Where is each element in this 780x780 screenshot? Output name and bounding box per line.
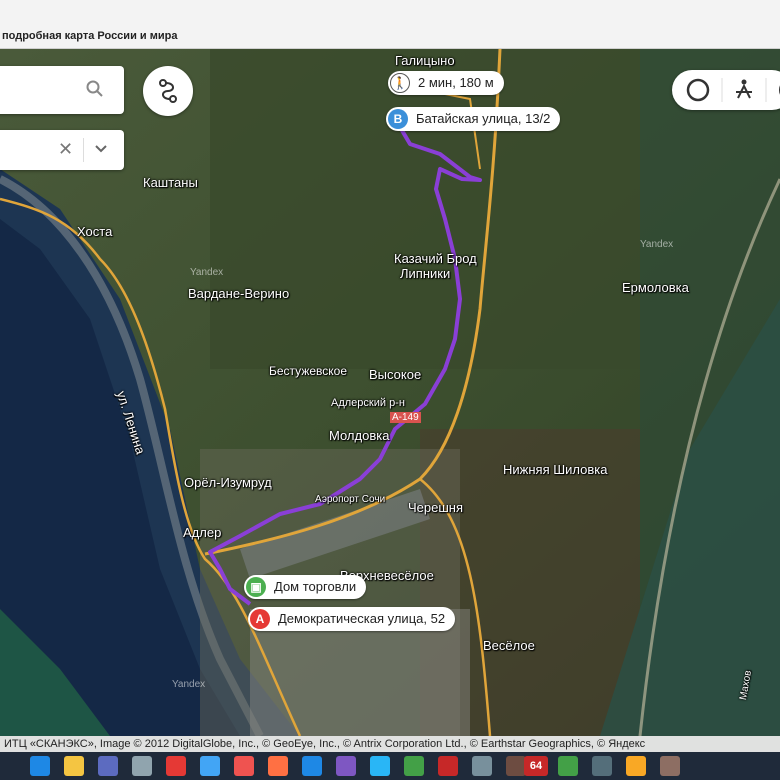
app-icon[interactable] [626,756,646,776]
app-icon[interactable] [660,756,680,776]
place-label: Черешня [408,500,464,515]
whatsapp-icon[interactable] [404,756,424,776]
firefox-icon[interactable] [268,756,288,776]
point-a-label: Демократическая улица, 52 [278,611,446,626]
app-icon[interactable] [336,756,356,776]
place-label: Казачий Брод [394,251,477,266]
place-label: Весёлое [483,638,535,653]
tab-title[interactable]: подробная карта России и мира [2,30,177,42]
route-field[interactable]: ✕ [0,130,124,170]
search-input[interactable] [0,66,124,114]
app-icon[interactable] [200,756,220,776]
person-icon[interactable] [741,79,747,85]
app-icon[interactable] [132,756,152,776]
place-label: Галицыно [395,53,455,68]
ie-icon[interactable] [302,756,322,776]
point-b-badge: B [388,109,408,129]
point-b-label: Батайская улица, 13/2 [416,111,551,126]
folder-icon[interactable] [64,756,84,776]
place-label: Хоста [77,224,113,239]
place-label: Нижняя Шиловка [503,462,608,477]
road-shield: А-149 [390,412,421,423]
point-a-badge: A [250,609,270,629]
walking-person-icon: 🚶 [390,73,410,93]
bus-stop-marker[interactable]: ▣ Дом торговли [244,575,367,599]
app-icon[interactable] [438,756,458,776]
walk-info: 🚶 2 мин, 180 м [388,71,504,95]
badge-64-icon[interactable]: 64 [524,756,548,776]
yandex-watermark: Yandex [172,679,206,690]
place-label: Каштаны [143,175,198,190]
place-label: Высокое [369,367,422,382]
clear-icon[interactable]: ✕ [58,139,73,160]
airport-label: Аэропорт Сочи [315,494,386,505]
browser-bar: подробная карта России и мира [0,0,780,49]
taskbar: 64 [0,752,780,780]
skype-icon[interactable] [370,756,390,776]
search-icon[interactable] [86,80,104,98]
place-label: Липники [400,266,451,281]
district-label: Адлерский р-н [331,397,405,409]
route-button[interactable] [143,66,193,116]
place-label: Молдовка [329,428,390,443]
yandex-watermark: Yandex [640,239,674,250]
divider [83,138,84,162]
point-a-marker[interactable]: A Демократическая улица, 52 [248,607,456,631]
chrome-icon[interactable] [558,756,578,776]
point-b-marker[interactable]: B Батайская улица, 13/2 [386,107,561,131]
yandex-watermark: Yandex [190,267,224,278]
calculator-icon[interactable] [592,756,612,776]
layers-icon[interactable] [686,78,710,102]
app-icon[interactable] [472,756,492,776]
store-icon[interactable] [98,756,118,776]
photos-icon[interactable] [506,756,526,776]
bus-stop-label: Дом торговли [274,579,357,594]
place-label: Адлер [183,525,222,540]
chevron-down-icon[interactable] [94,142,108,156]
map-view[interactable]: Галицыно Каштаны Хоста Казачий Брод Липн… [0,49,780,736]
place-label: Бестужевское [269,364,347,378]
place-label: Ермоловка [622,280,689,295]
route-icon [159,79,177,103]
app-icon[interactable] [234,756,254,776]
map-copyright: ИТЦ «СКАНЭКС», Image © 2012 DigitalGlobe… [0,736,780,752]
place-label: Вардане-Верино [188,286,290,301]
place-label: Орёл-Изумруд [184,475,272,490]
edge-icon[interactable] [30,756,50,776]
controls-icons [686,78,780,102]
walk-info-text: 2 мин, 180 м [418,75,494,90]
map-controls [672,70,780,110]
yandex-browser-icon[interactable] [166,756,186,776]
bus-icon: ▣ [246,577,266,597]
